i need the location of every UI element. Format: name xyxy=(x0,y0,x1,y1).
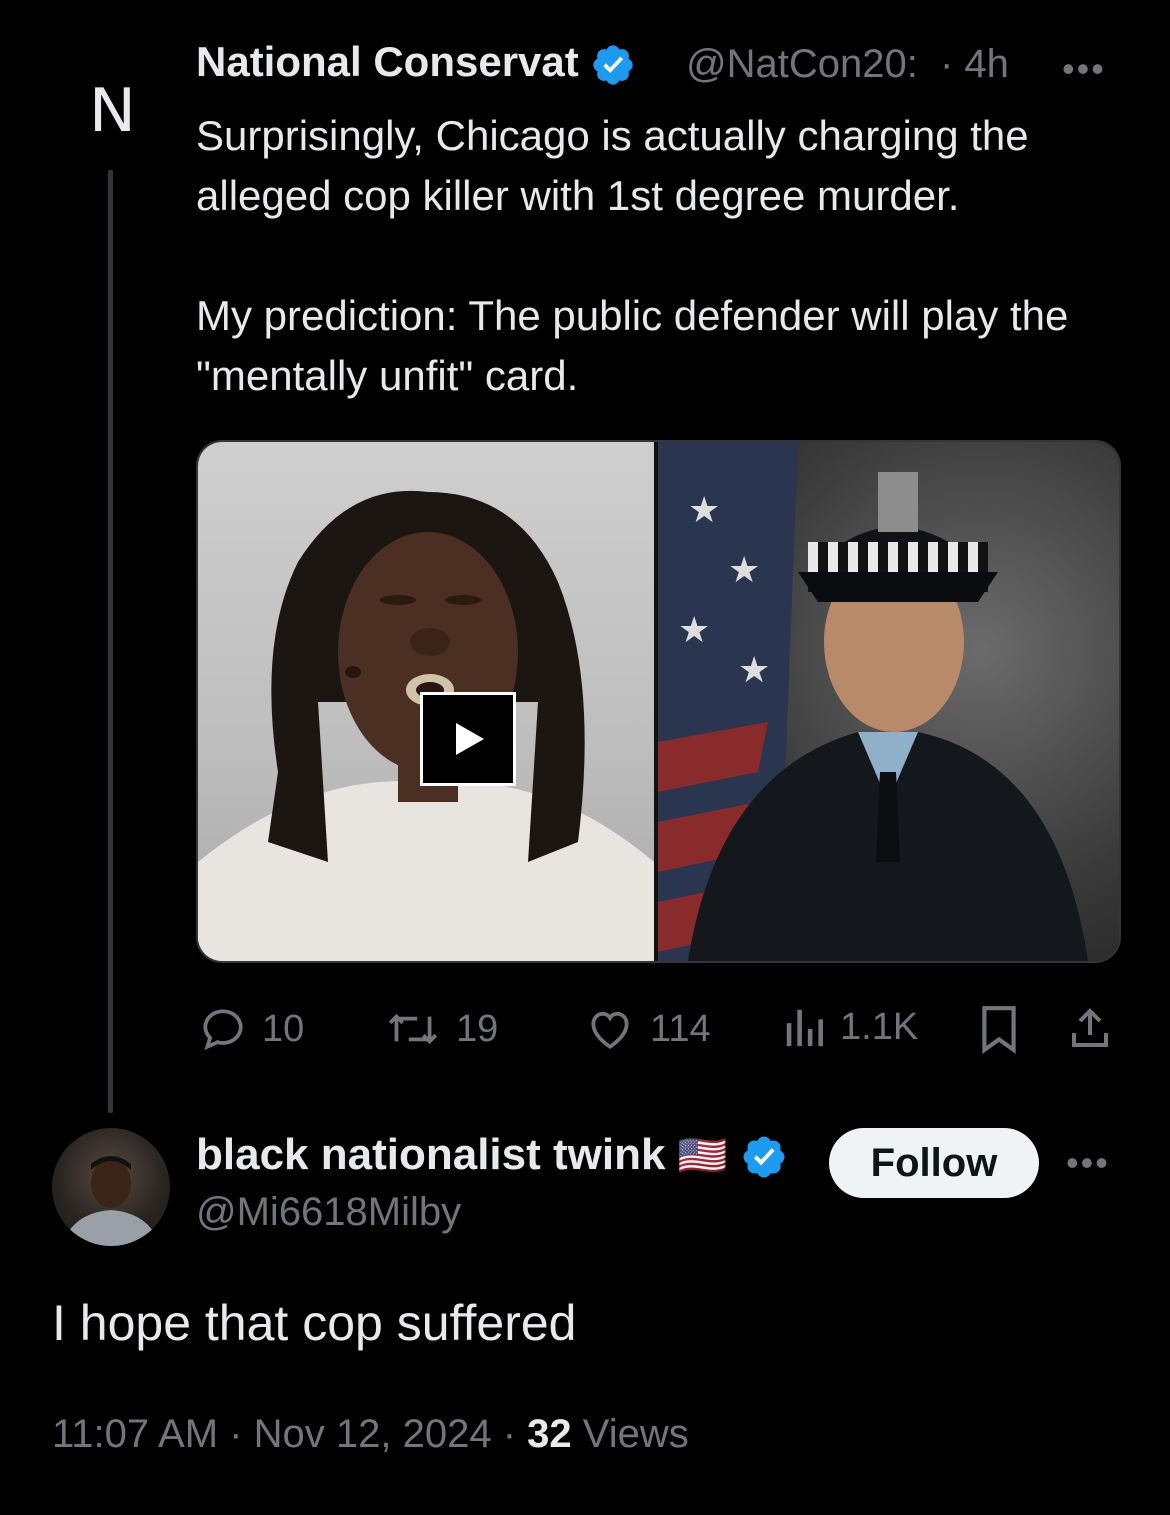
us-flag-icon: 🇺🇸 xyxy=(677,1133,728,1179)
bookmark-icon xyxy=(982,1006,1016,1054)
avatar-letter: N xyxy=(88,76,135,146)
like-button[interactable]: 114 xyxy=(584,1004,711,1054)
reply-avatar-illustration xyxy=(62,1156,160,1246)
reply-time[interactable]: 11:07 AM xyxy=(52,1412,218,1456)
police-officer-portrait[interactable]: ★ ★ ★ ★ xyxy=(658,442,1119,961)
reply-count: 10 xyxy=(262,1007,305,1050)
more-options-icon[interactable]: ••• xyxy=(1066,1142,1110,1184)
avatar[interactable] xyxy=(52,1128,170,1246)
analytics-icon xyxy=(786,1009,823,1047)
verified-badge-icon xyxy=(743,1136,785,1178)
mugshot-photo[interactable] xyxy=(198,442,654,961)
reply-date[interactable]: Nov 12, 2024 xyxy=(254,1412,492,1456)
repost-button[interactable]: 19 xyxy=(384,1004,498,1054)
author-handle[interactable]: @NatCon20: xyxy=(686,42,936,87)
tweet-text-paragraph: My prediction: The public defender will … xyxy=(196,292,1069,399)
reply-author-name[interactable]: black nationalist twink 🇺🇸 xyxy=(196,1130,788,1181)
avatar[interactable]: N xyxy=(52,52,170,170)
thread-connector-line xyxy=(108,170,113,1113)
tweet-text: Surprisingly, Chicago is actually chargi… xyxy=(196,106,1126,466)
bookmark-button[interactable] xyxy=(976,1004,1022,1054)
reply-text: I hope that cop suffered xyxy=(52,1295,577,1351)
views-count: 1.1K xyxy=(840,1005,919,1048)
verified-badge-icon xyxy=(593,45,634,85)
repost-count: 19 xyxy=(456,1007,499,1050)
separator-dot: · xyxy=(229,1412,254,1456)
views-label: Views xyxy=(582,1412,689,1456)
tweet-text-paragraph: Surprisingly, Chicago is actually chargi… xyxy=(196,112,1029,219)
share-icon xyxy=(1072,1008,1108,1047)
svg-text:★: ★ xyxy=(738,650,770,691)
tweet-time[interactable]: · 4h xyxy=(940,42,1009,87)
svg-text:★: ★ xyxy=(728,550,760,591)
svg-text:★: ★ xyxy=(688,490,720,531)
views-button[interactable]: 1.1K xyxy=(782,1004,918,1050)
author-name[interactable]: National Conservat xyxy=(196,38,636,88)
play-button[interactable] xyxy=(420,692,516,786)
separator-dot: · xyxy=(502,1412,528,1456)
more-options-icon[interactable]: ••• xyxy=(1062,48,1106,90)
repost-icon xyxy=(388,1013,438,1045)
follow-button[interactable]: Follow xyxy=(829,1128,1039,1198)
views-count: 32 xyxy=(527,1412,572,1456)
reply-button[interactable]: 10 xyxy=(198,1004,304,1054)
reply-icon xyxy=(203,1009,243,1051)
tweet-media[interactable]: ★ ★ ★ ★ xyxy=(196,440,1121,963)
heart-icon xyxy=(591,1011,629,1049)
svg-text:★: ★ xyxy=(678,610,710,651)
officer-illustration: ★ ★ ★ ★ xyxy=(658,442,1088,961)
reply-author-handle[interactable]: @Mi6618Milby xyxy=(196,1190,461,1235)
play-icon xyxy=(456,723,484,755)
share-button[interactable] xyxy=(1066,1004,1114,1054)
like-count: 114 xyxy=(650,1007,711,1050)
tweet-metadata: 11:07 AM · Nov 12, 2024 · 32 Views xyxy=(52,1412,689,1457)
